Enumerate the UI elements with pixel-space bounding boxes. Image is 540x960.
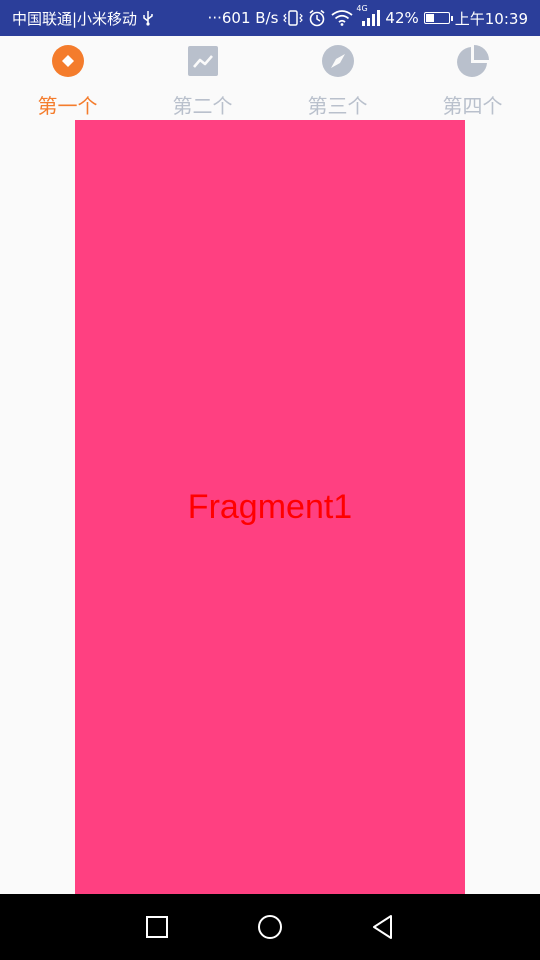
recents-button[interactable] <box>137 907 177 947</box>
navigation-bar <box>0 894 540 960</box>
battery-fill <box>425 14 434 22</box>
circle-icon <box>257 915 282 939</box>
battery-percent-text: 42% <box>385 9 419 27</box>
fragment-container: Fragment1 <box>75 120 465 894</box>
alarm-icon <box>308 9 326 27</box>
home-button[interactable] <box>250 907 290 947</box>
tab-label: 第二个 <box>172 94 233 118</box>
triangle-back-icon <box>373 915 393 939</box>
tab-label: 第一个 <box>37 94 98 118</box>
bottom-tab-bar: 第一个 第二个 第三个 第四个 <box>0 36 540 120</box>
carrier-text: 中国联通|小米移动 <box>12 9 138 28</box>
battery-icon <box>423 12 453 24</box>
net-speed-text: ···601 B/s <box>207 9 279 27</box>
tab-label: 第三个 <box>307 94 368 118</box>
tab-first[interactable]: 第一个 <box>0 36 135 120</box>
wifi-icon <box>331 10 353 26</box>
vibrate-icon <box>283 10 304 26</box>
time-text: 上午10:39 <box>454 9 528 28</box>
network-type-text: 4G <box>356 4 368 13</box>
status-bar: 中国联通|小米移动 ···601 B/s 4G 42% 上午10:39 <box>0 0 540 36</box>
usb-icon <box>142 10 154 26</box>
trend-chart-icon <box>186 44 220 78</box>
fragment-title: Fragment1 <box>187 487 353 526</box>
tab-fourth[interactable]: 第四个 <box>405 36 540 120</box>
back-button[interactable] <box>363 907 403 947</box>
square-icon <box>145 916 168 938</box>
signal-icon: 4G <box>356 4 381 26</box>
pie-chart-icon <box>456 44 490 78</box>
status-right: ···601 B/s 4G 42% 上午10:39 <box>207 4 528 29</box>
tab-label: 第四个 <box>442 94 503 118</box>
status-left: 中国联通|小米移动 <box>12 8 154 29</box>
tab-third[interactable]: 第三个 <box>270 36 405 120</box>
diamond-circle-icon <box>51 44 85 78</box>
tab-second[interactable]: 第二个 <box>135 36 270 120</box>
compass-icon <box>321 44 355 78</box>
